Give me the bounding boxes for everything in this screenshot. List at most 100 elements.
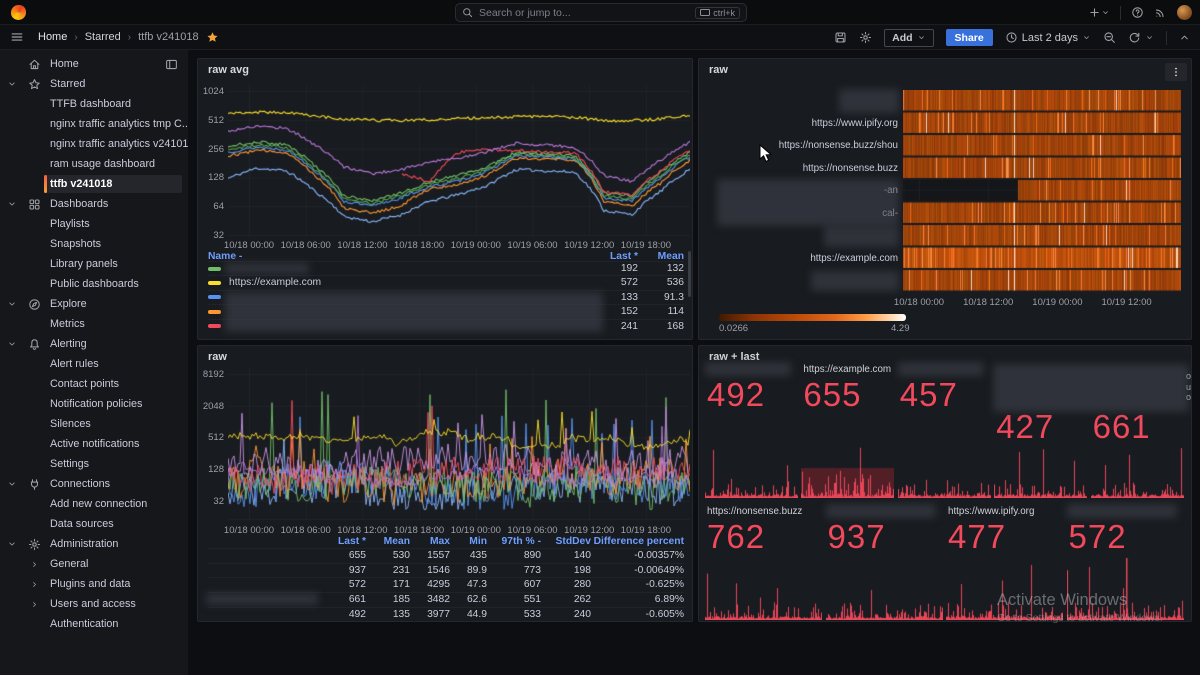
search-input[interactable]: Search or jump to... ctrl+k [455, 3, 747, 22]
stat-label: https://www.ipify.org [948, 506, 1034, 517]
keyboard-icon [700, 9, 710, 16]
grafana-logo-icon[interactable] [11, 5, 26, 20]
breadcrumb-starred[interactable]: Starred [85, 31, 121, 43]
save-dashboard-button[interactable] [834, 31, 847, 44]
sidebar-item-nginx-traffic-analytics-tmp-c[interactable]: nginx traffic analytics tmp C... [0, 114, 188, 134]
legend-sort-last[interactable]: Last * [582, 251, 638, 262]
series-name[interactable]: https://example.com [229, 277, 582, 288]
stat-label: https://example.com [803, 364, 891, 375]
legend-sort-mean[interactable]: Mean [638, 251, 684, 262]
dock-sidebar-button[interactable] [165, 58, 178, 71]
zoom-out-button[interactable] [1103, 31, 1116, 44]
refresh-button[interactable] [1128, 31, 1154, 44]
sidebar-item-label: nginx traffic analytics tmp C... [50, 118, 188, 130]
raw-chart[interactable] [228, 368, 690, 526]
help-button[interactable] [1131, 6, 1144, 19]
table-cell: 140 [541, 550, 591, 561]
table-sort-max[interactable]: Max [410, 536, 450, 547]
new-menu-button[interactable] [1088, 6, 1110, 19]
table-cell: 937 [310, 565, 366, 576]
table-sort-97th[interactable]: 97th % - [487, 536, 541, 547]
sidebar-item-public-dashboards[interactable]: Public dashboards [0, 274, 188, 294]
stat-cell[interactable]: 492 [705, 362, 798, 502]
stat-cell[interactable]: 457 [898, 362, 991, 502]
sidebar-item-users-and-access[interactable]: Users and access [0, 594, 188, 614]
sidebar-item-ttfb-v241018[interactable]: ttfb v241018 [0, 174, 188, 194]
add-button[interactable]: Add [884, 29, 933, 47]
legend-sort-name[interactable]: Name - [208, 251, 582, 262]
panel-title[interactable]: raw avg [208, 64, 249, 76]
sidebar-item-administration[interactable]: Administration [0, 534, 188, 554]
sidebar-item-connections[interactable]: Connections [0, 474, 188, 494]
table-sort-mean[interactable]: Mean [366, 536, 410, 547]
sidebar-item-plugins-and-data[interactable]: Plugins and data [0, 574, 188, 594]
favorite-star-icon[interactable] [206, 31, 219, 44]
sidebar-item-notification-policies[interactable]: Notification policies [0, 394, 188, 414]
time-range-picker[interactable]: Last 2 days [1005, 31, 1091, 44]
sidebar-item-label: Contact points [50, 378, 119, 390]
chevron-down-icon [7, 339, 17, 349]
sidebar-item-authentication[interactable]: Authentication [0, 614, 188, 634]
sidebar-item-ttfb-dashboard[interactable]: TTFB dashboard [0, 94, 188, 114]
table-sort-stddev[interactable]: StdDev [541, 536, 591, 547]
collapse-toolbar-button[interactable] [1179, 32, 1190, 43]
sidebar-item-active-notifications[interactable]: Active notifications [0, 434, 188, 454]
sidebar-item-alerting[interactable]: Alerting [0, 334, 188, 354]
stat-cell[interactable]: 572 [1067, 504, 1184, 621]
y-axis-tick: 256 [198, 144, 224, 155]
table-sort-difference-percent[interactable]: Difference percent [591, 536, 684, 547]
sidebar-item-ram-usage-dashboard[interactable]: ram usage dashboard [0, 154, 188, 174]
panel-title[interactable]: raw [709, 64, 728, 76]
sidebar-item-nginx-traffic-analytics-v241015[interactable]: nginx traffic analytics v241015 [0, 134, 188, 154]
raw-avg-chart[interactable] [228, 85, 690, 243]
dashboard-settings-button[interactable] [859, 31, 872, 44]
stat-value: 572 [1069, 518, 1127, 556]
sidebar-item-home[interactable]: Home [0, 54, 188, 74]
stat-value: 492 [707, 376, 765, 414]
series-color-swatch[interactable] [208, 295, 221, 299]
sidebar-item-settings[interactable]: Settings [0, 454, 188, 474]
legend-row[interactable]: https://example.com572536 [208, 275, 684, 289]
table-sort-min[interactable]: Min [450, 536, 487, 547]
series-color-swatch[interactable] [208, 310, 221, 314]
stat-cell[interactable]: https://example.com655 [801, 362, 894, 502]
series-color-swatch[interactable] [208, 267, 221, 271]
stat-cell[interactable]: 937 [826, 504, 943, 621]
sidebar-item-general[interactable]: General [0, 554, 188, 574]
stat-cell[interactable]: https://nonsense.buzz762 [705, 504, 822, 621]
sidebar-item-contact-points[interactable]: Contact points [0, 374, 188, 394]
sidebar-item-snapshots[interactable]: Snapshots [0, 234, 188, 254]
series-color-swatch[interactable] [208, 281, 221, 285]
sidebar-item-starred[interactable]: Starred [0, 74, 188, 94]
sidebar-item-add-new-connection[interactable]: Add new connection [0, 494, 188, 514]
sidebar-item-library-panels[interactable]: Library panels [0, 254, 188, 274]
stat-sparkline [1067, 556, 1184, 620]
sidebar-item-explore[interactable]: Explore [0, 294, 188, 314]
share-button[interactable]: Share [946, 29, 993, 46]
table-row[interactable]: 572171429547.3607280-0.625% [208, 577, 684, 591]
sidebar-item-silences[interactable]: Silences [0, 414, 188, 434]
sidebar-item-dashboards[interactable]: Dashboards [0, 194, 188, 214]
avatar[interactable] [1177, 5, 1192, 20]
table-sort-last[interactable]: Last * [310, 536, 366, 547]
table-cell: 171 [366, 579, 410, 590]
table-row[interactable]: 6555301557435890140-0.00357% [208, 548, 684, 562]
table-row[interactable]: 492135397744.9533240-0.605% [208, 607, 684, 621]
sidebar-item-alert-rules[interactable]: Alert rules [0, 354, 188, 374]
breadcrumb-home[interactable]: Home [38, 31, 67, 43]
sidebar-item-playlists[interactable]: Playlists [0, 214, 188, 234]
legend-scrollbar[interactable] [688, 251, 691, 297]
sidebar-item-metrics[interactable]: Metrics [0, 314, 188, 334]
heatmap-chart[interactable] [903, 90, 1181, 293]
menu-icon[interactable] [10, 30, 24, 44]
sidebar-item-data-sources[interactable]: Data sources [0, 514, 188, 534]
series-color-swatch[interactable] [208, 324, 221, 328]
stat-sparkline [705, 556, 822, 620]
news-button[interactable] [1154, 6, 1167, 19]
panel-title[interactable]: raw [208, 351, 227, 363]
stat-cell[interactable]: https://www.ipify.org477 [946, 504, 1063, 621]
gear-icon [859, 31, 872, 44]
table-row[interactable]: 937231154689.9773198-0.00649% [208, 563, 684, 577]
panel-menu-button[interactable] [1165, 63, 1187, 81]
table-cell: 1557 [410, 550, 450, 561]
